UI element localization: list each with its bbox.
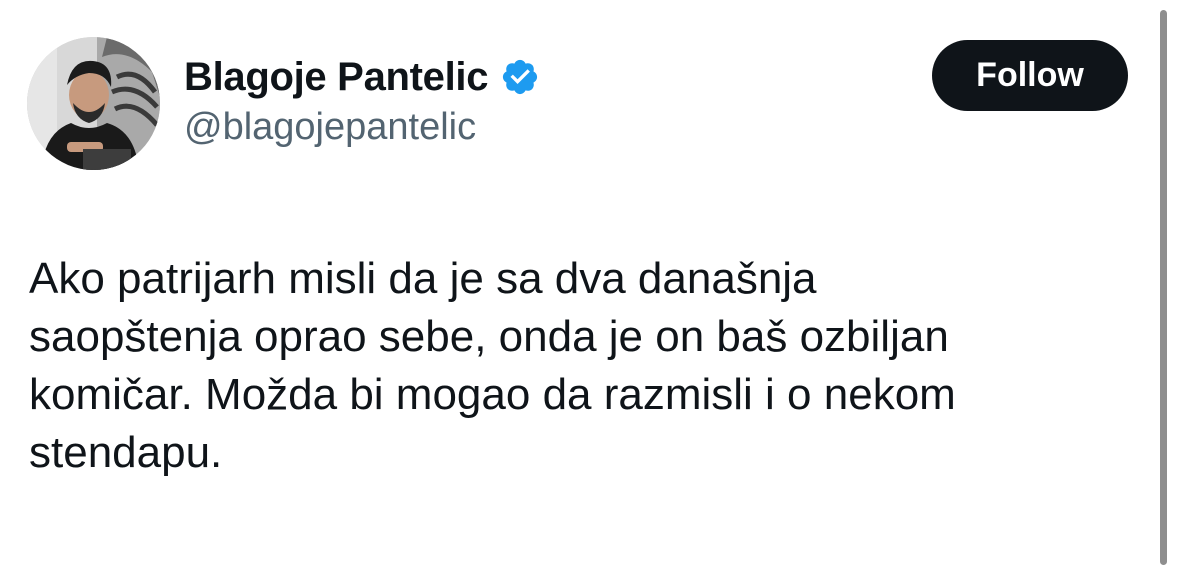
tweet-text-line: stendapu.	[29, 428, 223, 477]
tweet-text-line: saopštenja oprao sebe, onda je on baš oz…	[29, 312, 949, 361]
tweet-text-line: Ako patrijarh misli da je sa dva današnj…	[29, 254, 817, 303]
scrollbar[interactable]	[1160, 10, 1167, 565]
follow-button[interactable]: Follow	[932, 40, 1128, 111]
avatar-photo	[27, 37, 160, 170]
author-handle[interactable]: @blagojepantelic	[184, 106, 476, 149]
tweet-body: Ako patrijarh misli da je sa dva današnj…	[29, 250, 1139, 482]
tweet-text-line: komičar. Možda bi mogao da razmisli i o …	[29, 370, 956, 419]
author-avatar[interactable]	[27, 37, 160, 170]
author-name-row: Blagoje Pantelic	[184, 52, 540, 102]
author-display-name[interactable]: Blagoje Pantelic	[184, 55, 488, 100]
verified-badge-icon	[500, 57, 540, 97]
